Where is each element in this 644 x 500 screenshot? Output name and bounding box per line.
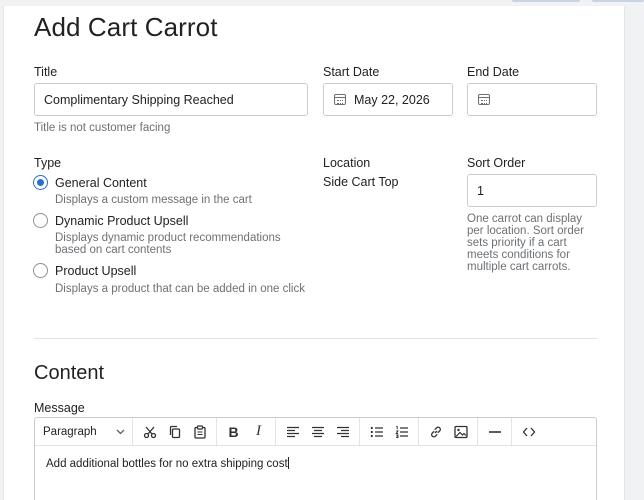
content-heading: Content — [34, 362, 105, 384]
cut-icon[interactable] — [137, 420, 162, 444]
text-caret — [287, 457, 289, 469]
sort-order-help-4: meets conditions for — [467, 249, 570, 261]
radio-product-upsell[interactable] — [33, 263, 48, 278]
option-dynamic-upsell-help-1: Displays dynamic product recommendations — [55, 232, 281, 244]
option-general-content-help: Displays a custom message in the cart — [55, 194, 252, 206]
title-input-value: Complimentary Shipping Reached — [44, 92, 234, 107]
clipboard-group — [133, 418, 217, 445]
message-editor-body[interactable]: Add additional bottles for no extra ship… — [35, 446, 596, 481]
sort-order-input[interactable]: 1 — [467, 174, 597, 207]
italic-icon[interactable]: I — [246, 420, 271, 444]
message-text: Add additional bottles for no extra ship… — [46, 458, 288, 470]
start-date-label: Start Date — [323, 65, 380, 79]
location-label: Location — [323, 156, 371, 170]
align-right-icon[interactable] — [330, 420, 355, 444]
copy-icon[interactable] — [162, 420, 187, 444]
source-code-icon[interactable] — [516, 420, 541, 444]
chevron-down-icon — [116, 429, 125, 434]
align-left-icon[interactable] — [280, 420, 305, 444]
image-icon[interactable] — [448, 420, 473, 444]
radio-dynamic-product-upsell[interactable] — [33, 213, 48, 228]
title-input[interactable]: Complimentary Shipping Reached — [34, 83, 308, 116]
option-dynamic-upsell-help-2: based on cart contents — [55, 244, 172, 256]
top-button-edge[interactable] — [592, 0, 644, 2]
option-dynamic-upsell-label[interactable]: Dynamic Product Upsell — [55, 214, 188, 228]
option-general-content-label[interactable]: General Content — [55, 176, 147, 190]
section-divider — [34, 338, 597, 339]
paste-icon[interactable] — [187, 420, 212, 444]
editor-toolbar: Paragraph B I — [35, 418, 596, 446]
numbered-list-icon[interactable] — [389, 420, 414, 444]
title-label: Title — [34, 65, 58, 79]
horizontal-rule-icon[interactable] — [482, 420, 507, 444]
rule-group — [478, 418, 512, 445]
sort-order-help-5: multiple cart carrots. — [467, 261, 571, 273]
alignment-group — [276, 418, 360, 445]
option-product-upsell-label[interactable]: Product Upsell — [55, 264, 136, 278]
top-button-edge[interactable] — [512, 0, 580, 2]
type-label: Type — [34, 156, 62, 170]
end-date-input[interactable] — [467, 83, 597, 116]
sort-order-help-2: per location. Sort order — [467, 225, 584, 237]
sort-order-value: 1 — [477, 183, 484, 198]
form-card: Add Cart Carrot Title Complimentary Ship… — [3, 6, 625, 500]
calendar-icon — [478, 94, 490, 105]
sort-order-help-1: One carrot can display — [467, 213, 583, 225]
sort-order-help-3: sets priority if a cart — [467, 237, 567, 249]
message-editor[interactable]: Paragraph B I Add additional bottles for… — [34, 417, 597, 500]
start-date-input[interactable]: May 22, 2026 — [323, 83, 453, 116]
format-select[interactable]: Paragraph — [35, 418, 133, 445]
bullet-list-icon[interactable] — [364, 420, 389, 444]
end-date-label: End Date — [467, 65, 520, 79]
format-select-value: Paragraph — [43, 425, 97, 438]
location-value: Side Cart Top — [323, 175, 399, 189]
calendar-icon — [334, 94, 346, 105]
start-date-value: May 22, 2026 — [354, 92, 430, 107]
insert-group — [419, 418, 478, 445]
title-help: Title is not customer facing — [34, 122, 171, 134]
text-style-group: B I — [217, 418, 276, 445]
align-center-icon[interactable] — [305, 420, 330, 444]
link-icon[interactable] — [423, 420, 448, 444]
page-title: Add Cart Carrot — [34, 12, 218, 42]
list-group — [360, 418, 419, 445]
source-group — [512, 418, 545, 445]
message-label: Message — [34, 401, 85, 415]
sort-order-label: Sort Order — [467, 156, 526, 170]
bold-icon[interactable]: B — [221, 420, 246, 444]
option-product-upsell-help: Displays a product that can be added in … — [55, 283, 305, 295]
radio-general-content[interactable] — [33, 175, 48, 190]
